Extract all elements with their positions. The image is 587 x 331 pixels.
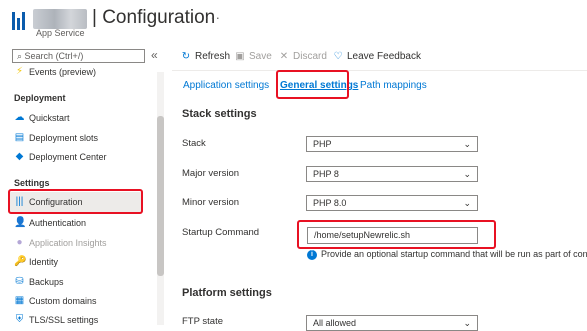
cube-icon: ◆ (15, 151, 24, 162)
search-placeholder: Search (Ctrl+/) (24, 51, 84, 61)
save-icon: ▣ (235, 51, 245, 62)
minor-version-value: PHP 8.0 (313, 198, 347, 208)
backup-icon: ⛁ (15, 276, 24, 287)
sidebar-section-settings: Settings (14, 178, 50, 188)
chevron-down-icon: ⌄ (463, 318, 471, 328)
sidebar-item-label: Backups (29, 277, 64, 287)
stack-label: Stack (182, 138, 206, 149)
shield-icon: ⛨ (15, 314, 24, 325)
sidebar-item-identity[interactable]: 🔑 Identity (0, 252, 150, 272)
more-options-button[interactable]: ··· (205, 10, 221, 25)
search-input[interactable]: ⌕ Search (Ctrl+/) (12, 49, 145, 63)
page-title: | Configuration (92, 7, 216, 28)
collapse-sidebar-button[interactable]: « (151, 48, 158, 62)
sidebar-item-label: Application Insights (29, 238, 107, 248)
person-icon: 👤 (14, 217, 27, 228)
close-icon: ✕ (279, 51, 289, 62)
ftp-state-dropdown[interactable]: All allowed ⌄ (306, 315, 478, 331)
sidebar-item-deployment-slots[interactable]: ▤ Deployment slots (0, 128, 150, 148)
save-label: Save (249, 51, 272, 62)
highlight-startup-command (297, 220, 496, 249)
chevron-down-icon: ⌄ (463, 169, 471, 179)
sidebar-item-custom-domains[interactable]: ▦ Custom domains (0, 291, 150, 311)
sidebar-item-label: Events (preview) (29, 67, 97, 77)
tab-application-settings[interactable]: Application settings (183, 80, 269, 91)
refresh-icon: ↻ (181, 51, 191, 62)
startup-command-label: Startup Command (182, 227, 260, 238)
minor-version-dropdown[interactable]: PHP 8.0 ⌄ (306, 195, 478, 211)
page-subtitle: App Service (36, 28, 85, 38)
sidebar-item-label: Identity (29, 257, 59, 267)
key-icon: 🔑 (14, 256, 27, 267)
sidebar-item-application-insights[interactable]: ● Application Insights (0, 233, 150, 253)
sidebar-item-tls-ssl[interactable]: ⛨ TLS/SSL settings (0, 310, 150, 330)
sidebar-section-deployment: Deployment (14, 93, 66, 103)
sidebar-item-label: TLS/SSL settings (29, 315, 99, 325)
lightning-icon: ⚡ (15, 66, 24, 77)
stack-value: PHP (313, 139, 332, 149)
sidebar-item-backups[interactable]: ⛁ Backups (0, 272, 150, 292)
ftp-state-label: FTP state (182, 316, 224, 327)
discard-label: Discard (293, 51, 327, 62)
feedback-label: Leave Feedback (347, 51, 421, 62)
heart-icon: ♡ (333, 51, 343, 62)
sidebar-item-label: Authentication (29, 218, 87, 228)
highlight-general-settings (276, 70, 349, 99)
chevron-down-icon: ⌄ (463, 198, 471, 208)
startup-command-info: Provide an optional startup command that… (321, 249, 587, 259)
chevron-down-icon: ⌄ (463, 139, 471, 149)
sidebar-item-quickstart[interactable]: ☁ Quickstart (0, 108, 150, 128)
sidebar-item-deployment-center[interactable]: ◆ Deployment Center (0, 147, 150, 167)
toolbar-divider (172, 70, 587, 71)
lightbulb-icon: ● (16, 237, 23, 248)
save-button[interactable]: ▣ Save (234, 51, 272, 62)
domain-icon: ▦ (14, 295, 25, 306)
highlight-configuration (8, 189, 143, 214)
redacted-app-name (33, 9, 87, 29)
stack-dropdown[interactable]: PHP ⌄ (306, 136, 478, 152)
discard-button[interactable]: ✕ Discard (278, 51, 327, 62)
major-version-label: Major version (182, 168, 240, 179)
sidebar-item-label: Deployment slots (29, 133, 99, 143)
refresh-label: Refresh (195, 51, 231, 62)
cloud-icon: ☁ (14, 112, 25, 123)
refresh-button[interactable]: ↻ Refresh (180, 51, 230, 62)
app-service-icon (12, 12, 26, 30)
sidebar-scrollbar-thumb[interactable] (157, 116, 164, 276)
sidebar-item-authentication[interactable]: 👤 Authentication (0, 213, 150, 233)
search-icon: ⌕ (17, 51, 25, 61)
slots-icon: ▤ (14, 132, 25, 143)
tab-path-mappings[interactable]: Path mappings (360, 80, 427, 91)
sidebar-item-label: Custom domains (29, 296, 97, 306)
sidebar-item-label: Quickstart (29, 113, 70, 123)
platform-settings-title: Platform settings (182, 287, 272, 299)
info-icon: i (307, 250, 317, 260)
leave-feedback-button[interactable]: ♡ Leave Feedback (332, 51, 421, 62)
sidebar-item-label: Deployment Center (29, 152, 107, 162)
ftp-state-value: All allowed (313, 318, 357, 328)
minor-version-label: Minor version (182, 197, 240, 208)
major-version-dropdown[interactable]: PHP 8 ⌄ (306, 166, 478, 182)
major-version-value: PHP 8 (313, 169, 339, 179)
sidebar-item-events[interactable]: ⚡ Events (preview) (0, 62, 150, 82)
stack-settings-title: Stack settings (182, 108, 257, 120)
